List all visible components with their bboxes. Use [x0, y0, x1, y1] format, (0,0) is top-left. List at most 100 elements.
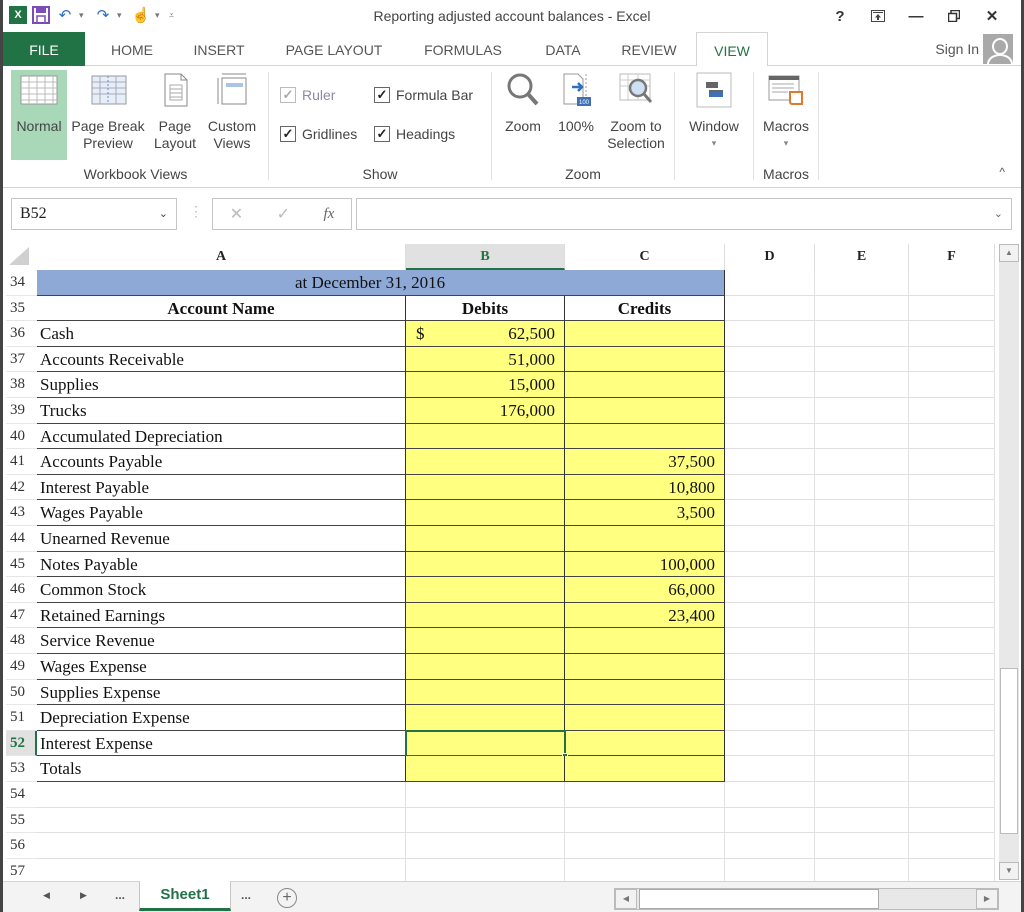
- column-header-b[interactable]: B: [406, 244, 565, 270]
- empty-cell[interactable]: [815, 526, 909, 552]
- avatar-icon[interactable]: [983, 34, 1013, 64]
- row-header[interactable]: 43: [6, 500, 37, 526]
- account-name-cell[interactable]: Common Stock: [37, 577, 406, 603]
- credit-cell[interactable]: [565, 423, 725, 450]
- credit-cell[interactable]: 66,000: [565, 577, 725, 603]
- credit-cell[interactable]: 3,500: [565, 500, 725, 526]
- empty-cell[interactable]: [909, 833, 995, 859]
- empty-cell[interactable]: [725, 346, 815, 373]
- empty-cell[interactable]: [565, 858, 725, 881]
- empty-cell[interactable]: [725, 705, 815, 731]
- help-icon[interactable]: ?: [821, 5, 859, 27]
- empty-cell[interactable]: [725, 654, 815, 680]
- row-header[interactable]: 46: [6, 577, 37, 603]
- more-sheets-right[interactable]: ...: [241, 888, 251, 902]
- row-header[interactable]: 44: [6, 526, 37, 552]
- empty-cell[interactable]: [815, 602, 909, 629]
- row-header[interactable]: 50: [6, 679, 37, 706]
- cancel-icon[interactable]: ✕: [230, 204, 243, 224]
- debit-cell[interactable]: [406, 705, 565, 731]
- empty-cell[interactable]: [815, 346, 909, 373]
- account-name-cell[interactable]: Unearned Revenue: [37, 526, 406, 552]
- ruler-checkbox[interactable]: ✓ Ruler: [280, 87, 335, 103]
- empty-cell[interactable]: [725, 270, 815, 296]
- account-name-cell[interactable]: Supplies: [37, 372, 406, 398]
- tab-file[interactable]: FILE: [3, 32, 85, 66]
- add-sheet-icon[interactable]: +: [277, 888, 297, 908]
- empty-cell[interactable]: [565, 807, 725, 834]
- next-sheet-icon[interactable]: ▶: [80, 890, 87, 901]
- debit-cell[interactable]: [406, 577, 565, 603]
- empty-cell[interactable]: [909, 500, 995, 526]
- row-header[interactable]: 48: [6, 628, 37, 654]
- tab-insert[interactable]: INSERT: [190, 32, 248, 66]
- debit-cell[interactable]: [406, 500, 565, 526]
- empty-cell[interactable]: [725, 858, 815, 881]
- empty-cell[interactable]: [909, 295, 995, 322]
- debit-cell[interactable]: [406, 474, 565, 501]
- empty-cell[interactable]: [815, 679, 909, 706]
- empty-cell[interactable]: [406, 858, 565, 881]
- empty-cell[interactable]: [725, 449, 815, 475]
- empty-cell[interactable]: [815, 628, 909, 654]
- tab-view[interactable]: VIEW: [696, 32, 768, 67]
- empty-cell[interactable]: [909, 551, 995, 578]
- empty-cell[interactable]: [725, 782, 815, 808]
- empty-cell[interactable]: [815, 833, 909, 859]
- name-box[interactable]: B52 ⌄: [11, 198, 177, 230]
- column-header-d[interactable]: D: [725, 244, 815, 270]
- empty-cell[interactable]: [909, 756, 995, 782]
- empty-cell[interactable]: [909, 398, 995, 424]
- empty-cell[interactable]: [725, 756, 815, 782]
- empty-cell[interactable]: [909, 654, 995, 680]
- debit-cell[interactable]: [406, 602, 565, 629]
- horizontal-scrollbar[interactable]: ◀ ▶: [614, 888, 999, 910]
- empty-cell[interactable]: [725, 321, 815, 347]
- empty-cell[interactable]: [909, 628, 995, 654]
- empty-cell[interactable]: [725, 551, 815, 578]
- empty-cell[interactable]: [815, 423, 909, 450]
- row-header[interactable]: 49: [6, 654, 37, 680]
- credit-cell[interactable]: [565, 372, 725, 398]
- account-name-cell[interactable]: Accumulated Depreciation: [37, 423, 406, 450]
- row-header[interactable]: 35: [6, 295, 37, 322]
- header-account-name[interactable]: Account Name: [37, 295, 406, 322]
- scroll-up-icon[interactable]: ▲: [999, 244, 1019, 262]
- empty-cell[interactable]: [909, 602, 995, 629]
- empty-cell[interactable]: [815, 270, 909, 296]
- sheet-tab-sheet1[interactable]: Sheet1: [139, 881, 231, 911]
- debit-cell[interactable]: [406, 654, 565, 680]
- empty-cell[interactable]: [725, 500, 815, 526]
- empty-cell[interactable]: [909, 858, 995, 881]
- account-name-cell[interactable]: Accounts Receivable: [37, 346, 406, 373]
- formula-input[interactable]: ⌄: [356, 198, 1012, 230]
- name-box-dropdown-icon[interactable]: ⌄: [159, 207, 168, 220]
- scroll-left-icon[interactable]: ◀: [615, 889, 637, 909]
- empty-cell[interactable]: [909, 372, 995, 398]
- close-icon[interactable]: ✕: [973, 5, 1011, 27]
- debit-cell[interactable]: [406, 628, 565, 654]
- empty-cell[interactable]: [565, 833, 725, 859]
- insert-function-icon[interactable]: fx: [323, 206, 334, 223]
- empty-cell[interactable]: [37, 833, 406, 859]
- column-header-c[interactable]: C: [565, 244, 725, 270]
- row-header[interactable]: 37: [6, 346, 37, 373]
- empty-cell[interactable]: [815, 551, 909, 578]
- sign-in[interactable]: Sign In: [935, 34, 1013, 64]
- worksheet-grid[interactable]: A B C D E F 34 at December 31, 2016 35 Acco…: [3, 241, 1021, 881]
- row-header[interactable]: 34: [6, 270, 37, 296]
- window-button[interactable]: Window ▾: [681, 70, 747, 152]
- empty-cell[interactable]: [725, 474, 815, 501]
- row-header[interactable]: 56: [6, 833, 37, 859]
- macros-button[interactable]: Macros ▾: [758, 70, 814, 152]
- gridlines-checkbox[interactable]: ✓ Gridlines: [280, 126, 357, 142]
- account-name-cell[interactable]: Trucks: [37, 398, 406, 424]
- empty-cell[interactable]: [909, 423, 995, 450]
- debit-cell[interactable]: 176,000: [406, 398, 565, 424]
- row-header[interactable]: 45: [6, 551, 37, 578]
- minimize-icon[interactable]: —: [897, 5, 935, 27]
- vertical-scroll-thumb[interactable]: [1000, 668, 1018, 834]
- empty-cell[interactable]: [406, 807, 565, 834]
- sign-in-label[interactable]: Sign In: [935, 41, 979, 57]
- row-header[interactable]: 54: [6, 782, 37, 808]
